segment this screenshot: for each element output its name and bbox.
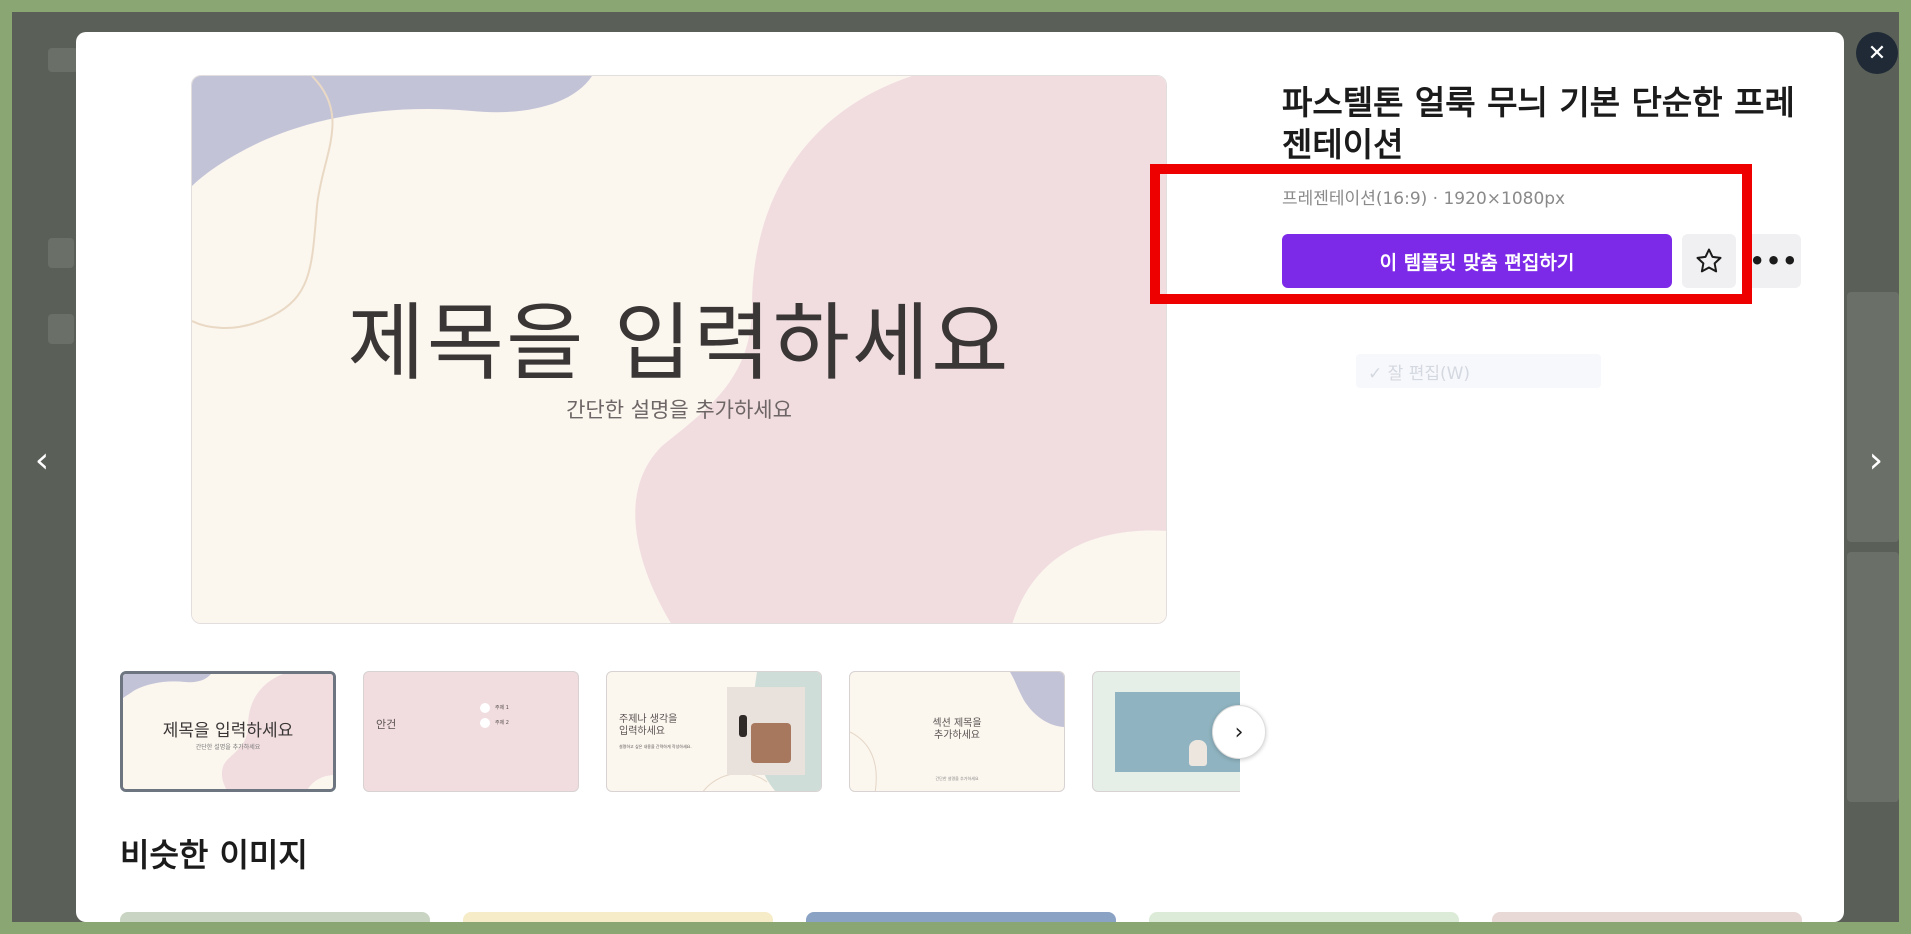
template-preview: 제목을 입력하세요 간단한 설명을 추가하세요 — [191, 75, 1167, 624]
similar-image-card[interactable] — [120, 912, 430, 922]
thumbnail-subtitle: 간단한 설명을 추가하세요 — [195, 744, 261, 751]
thumbnail-item: 주제 1 — [495, 705, 509, 711]
preview-subheading: 간단한 설명을 추가하세요 — [566, 398, 792, 422]
thumbnail-item: 주제 2 — [495, 720, 509, 726]
bullet-dot — [480, 718, 490, 728]
thumbnail-page-2[interactable]: 안건 주제 1 주제 2 — [363, 671, 579, 792]
similar-image-card[interactable] — [463, 912, 773, 922]
template-title: 파스텔톤 얼룩 무늬 기본 단순한 프레젠테이션 — [1282, 83, 1795, 164]
thumbnail-page-3[interactable]: 주제나 생각을 입력하세요 설명하고 싶은 내용을 간략하게 작성하세요. — [606, 671, 822, 792]
page-thumbnails: 제목을 입력하세요 간단한 설명을 추가하세요 안건 주제 1 주제 2 주제나… — [120, 669, 1240, 793]
thumbnail-title: 안건 — [376, 718, 397, 731]
thumbnail-subtitle: 간단한 설명을 추가하세요 — [935, 776, 979, 781]
more-icon: ••• — [1749, 247, 1799, 275]
faded-action-chip: ✓ 잘 편집(W) — [1356, 354, 1601, 388]
close-icon: ✕ — [1867, 40, 1887, 66]
chevron-left-icon: ‹ — [34, 439, 50, 481]
thumbnail-subtitle: 설명하고 싶은 내용을 간략하게 작성하세요. — [619, 744, 692, 749]
similar-image-card[interactable] — [806, 912, 1116, 922]
chevron-right-icon: › — [1868, 439, 1884, 481]
preview-heading: 제목을 입력하세요 — [347, 294, 1011, 392]
thumbnail-title: 주제나 생각을 입력하세요 — [619, 714, 678, 737]
close-button[interactable]: ✕ — [1856, 32, 1898, 74]
next-template-button[interactable]: › — [1856, 439, 1896, 481]
more-options-button[interactable]: ••• — [1747, 234, 1801, 288]
similar-image-card[interactable] — [1149, 912, 1459, 922]
similar-image-card[interactable] — [1492, 912, 1802, 922]
thumbnail-page-1[interactable]: 제목을 입력하세요 간단한 설명을 추가하세요 — [120, 671, 336, 792]
thumbnail-title: 제목을 입력하세요 — [162, 721, 294, 741]
chair-photo — [727, 687, 805, 775]
chevron-right-icon: › — [1234, 719, 1244, 745]
bullet-dot — [480, 703, 490, 713]
thumbnails-next-button[interactable]: › — [1212, 705, 1266, 759]
previous-template-button[interactable]: ‹ — [22, 439, 62, 481]
similar-images-heading: 비슷한 이미지 — [120, 836, 308, 874]
highlight-box — [1150, 164, 1752, 304]
thumbnail-page-4[interactable]: 섹션 제목을 추가하세요 간단한 설명을 추가하세요 — [849, 671, 1065, 792]
thumbnail-title: 섹션 제목을 추가하세요 — [932, 718, 982, 741]
